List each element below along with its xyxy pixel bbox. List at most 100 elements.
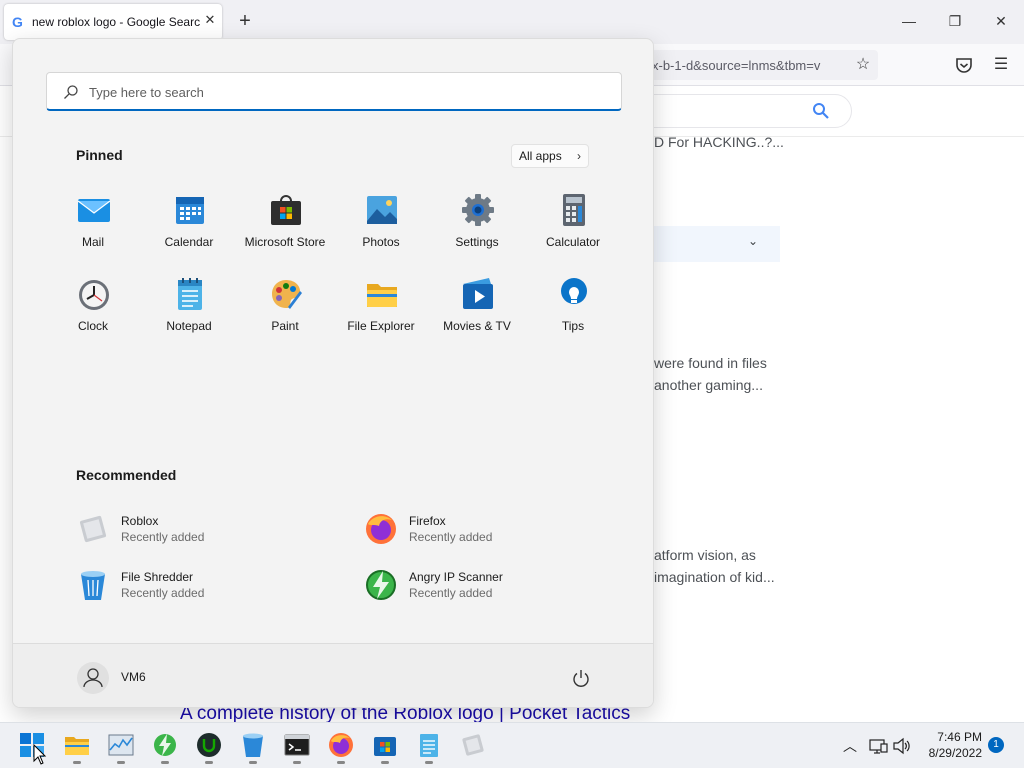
tips-icon — [557, 277, 591, 311]
app-label: File Explorer — [347, 319, 415, 333]
pinned-app-movies-tv[interactable]: Movies & TV — [429, 269, 525, 339]
store-icon — [374, 737, 396, 756]
close-tab-icon[interactable]: ✕ — [202, 12, 218, 30]
pocket-icon[interactable] — [953, 54, 975, 76]
notification-badge[interactable]: 1 — [988, 737, 1004, 753]
volume-icon[interactable] — [892, 736, 912, 756]
start-search-input[interactable] — [89, 81, 589, 103]
taskbar-file-shredder[interactable] — [237, 730, 269, 764]
taskbar-roblox[interactable] — [457, 730, 489, 762]
show-hidden-icons-chevron[interactable]: ︿ — [842, 736, 858, 754]
snippet-text: D For HACKING..?... — [654, 134, 784, 150]
snippet-text: another gaming... — [654, 377, 763, 393]
app-label: Notepad — [166, 319, 212, 333]
close-window-button[interactable]: ✕ — [986, 8, 1016, 34]
running-indicator — [293, 761, 301, 764]
recommended-name: File Shredder — [121, 570, 194, 584]
pinned-app-calendar[interactable]: Calendar — [141, 185, 237, 255]
restore-button[interactable]: ❐ — [940, 8, 970, 34]
recommended-item-angry-ip-scanner[interactable]: Angry IP Scanner Recently added — [364, 564, 624, 608]
minimize-button[interactable]: — — [894, 8, 924, 34]
app-label: Tips — [561, 319, 585, 333]
store-icon — [269, 193, 303, 227]
taskbar-upwork[interactable] — [193, 730, 225, 764]
recommended-item-firefox[interactable]: Firefox Recently added — [364, 508, 624, 552]
pinned-app-clock[interactable]: Clock — [45, 269, 141, 339]
bookmark-star-icon[interactable]: ☆ — [852, 54, 874, 76]
app-label: Photos — [362, 235, 400, 249]
app-label: Clock — [77, 319, 108, 333]
notepad-icon — [420, 734, 438, 757]
settings-icon — [461, 193, 495, 227]
calculator-icon — [557, 193, 591, 227]
pinned-app-file-explorer[interactable]: File Explorer — [333, 269, 429, 339]
recommended-name: Firefox — [409, 514, 446, 528]
photos-icon — [365, 193, 399, 227]
pinned-app-photos[interactable]: Photos — [333, 185, 429, 255]
chevron-right-icon: › — [577, 149, 581, 163]
taskbar-notepad[interactable] — [413, 730, 445, 764]
recommended-name: Roblox — [121, 514, 159, 528]
app-label: Mail — [81, 235, 104, 249]
pinned-app-notepad[interactable]: Notepad — [141, 269, 237, 339]
pinned-app-microsoft-store[interactable]: Microsoft Store — [237, 185, 333, 255]
search-icon — [63, 84, 79, 100]
recommended-subtitle: Recently added — [409, 530, 493, 544]
ip-scanner-icon — [364, 568, 398, 602]
folder-icon — [365, 277, 399, 311]
start-menu-footer: VM6 — [13, 643, 653, 707]
start-search-box[interactable] — [46, 72, 622, 111]
calendar-icon — [173, 193, 207, 227]
pinned-app-tips[interactable]: Tips — [525, 269, 621, 339]
file-shredder-icon — [243, 733, 263, 757]
network-icon[interactable] — [868, 736, 888, 756]
browser-tab[interactable]: G new roblox logo - Google Search ✕ — [4, 4, 222, 40]
snippet-text: imagination of kid... — [654, 569, 775, 585]
recommended-subtitle: Recently added — [121, 530, 205, 544]
recommended-item-file-shredder[interactable]: File Shredder Recently added — [76, 564, 336, 608]
taskbar-terminal[interactable] — [281, 730, 313, 764]
taskbar-firefox[interactable] — [325, 730, 357, 764]
start-menu: Pinned All apps › Mail Calendar Microsof… — [12, 38, 654, 708]
pinned-app-settings[interactable]: Settings — [429, 185, 525, 255]
pinned-app-mail[interactable]: Mail — [45, 185, 141, 255]
google-favicon-icon: G — [12, 14, 23, 30]
pinned-app-calculator[interactable]: Calculator — [525, 185, 621, 255]
tab-title: new roblox logo - Google Search — [32, 15, 200, 29]
movies-icon — [461, 277, 495, 311]
shredder-icon — [76, 568, 110, 602]
chevron-down-icon[interactable]: ⌄ — [744, 234, 762, 252]
recommended-name: Angry IP Scanner — [409, 570, 503, 584]
taskbar: ︿ 7:46 PM 8/29/2022 1 — [0, 722, 1024, 768]
taskbar-microsoft-store[interactable] — [369, 730, 401, 764]
mouse-cursor-icon — [33, 743, 47, 766]
pinned-app-paint[interactable]: Paint — [237, 269, 333, 339]
paint-icon — [269, 277, 303, 311]
all-apps-button[interactable]: All apps › — [511, 144, 589, 168]
all-apps-label: All apps — [519, 149, 562, 163]
recommended-item-roblox[interactable]: Roblox Recently added — [76, 508, 336, 552]
clock-time[interactable]: 7:46 PM — [930, 730, 982, 744]
search-icon[interactable] — [812, 102, 830, 120]
hamburger-menu-icon[interactable]: ☰ — [990, 54, 1012, 76]
running-indicator — [73, 761, 81, 764]
taskbar-angry-ip-scanner[interactable] — [149, 730, 181, 764]
app-label: Paint — [271, 319, 299, 333]
running-indicator — [425, 761, 433, 764]
snippet-text: were found in files — [654, 355, 767, 371]
mail-icon — [77, 193, 111, 227]
taskbar-task-manager[interactable] — [105, 730, 137, 764]
user-name[interactable]: VM6 — [121, 670, 146, 684]
running-indicator — [381, 761, 389, 764]
new-tab-button[interactable]: + — [234, 8, 256, 34]
user-avatar[interactable] — [77, 662, 109, 694]
app-label: Microsoft Store — [244, 235, 326, 249]
firefox-icon — [329, 733, 353, 757]
taskbar-file-explorer[interactable] — [61, 730, 93, 764]
recommended-subtitle: Recently added — [409, 586, 493, 600]
app-label: Calendar — [164, 235, 214, 249]
pinned-heading: Pinned — [76, 147, 123, 163]
app-label: Settings — [455, 235, 499, 249]
clock-date[interactable]: 8/29/2022 — [922, 746, 982, 760]
power-icon[interactable] — [571, 668, 591, 688]
